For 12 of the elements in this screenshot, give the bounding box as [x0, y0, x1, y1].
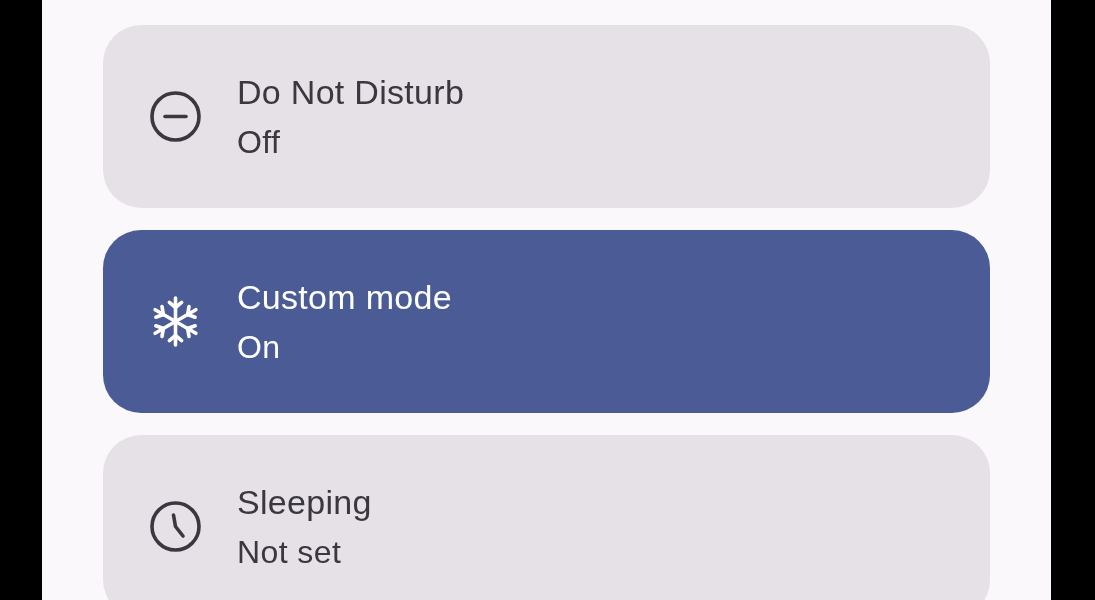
mode-title: Sleeping [237, 481, 372, 523]
mode-card[interactable]: Sleeping Not set [103, 435, 990, 600]
mode-status: Off [237, 122, 282, 162]
mode-card[interactable]: Custom mode On [103, 230, 990, 413]
mode-title: Custom mode [237, 276, 452, 318]
snowflake-icon [150, 296, 201, 347]
mode-title: Do Not Disturb [237, 71, 465, 113]
mode-status: Not set [237, 532, 343, 572]
mode-card[interactable]: Do Not Disturb Off [103, 25, 990, 208]
clock-icon [150, 501, 201, 552]
mode-status: On [237, 327, 282, 367]
minus-circle-icon [150, 91, 201, 142]
